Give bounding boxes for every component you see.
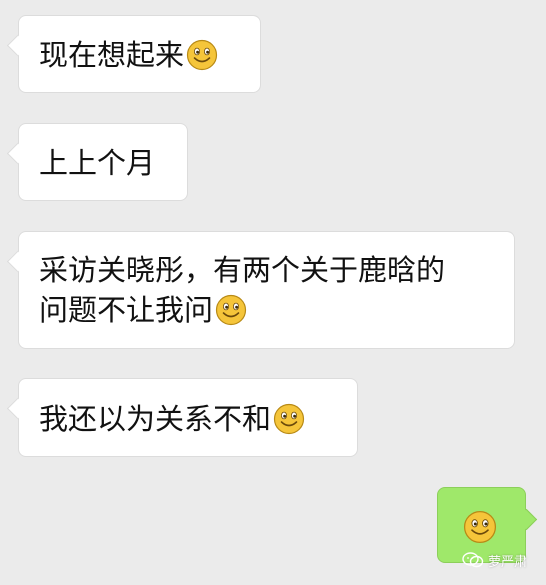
message-bubble-received[interactable]: 现在想起来 bbox=[18, 15, 261, 93]
smile-emoji-icon bbox=[215, 294, 247, 326]
wechat-icon bbox=[462, 552, 484, 568]
smile-emoji-icon bbox=[273, 403, 305, 435]
message-bubble-received[interactable]: 采访关晓彤，有两个关于鹿晗的 问题不让我问 bbox=[18, 231, 515, 349]
message-text: 我还以为关系不和 bbox=[39, 402, 272, 436]
message-text-line: 采访关晓彤，有两个关于鹿晗的 bbox=[39, 253, 446, 287]
chat-screen: 现在想起来 上上个月 采访关晓彤，有两个关于鹿晗的 问题不让我问 我还以为关系不… bbox=[0, 0, 546, 585]
message-bubble-received[interactable]: 我还以为关系不和 bbox=[18, 378, 358, 457]
message-text-line-with-emoji: 问题不让我问 bbox=[39, 290, 494, 330]
message-text: 问题不让我问 bbox=[39, 293, 214, 327]
message-text: 上上个月 bbox=[39, 146, 156, 180]
message-bubble-received[interactable]: 上上个月 bbox=[18, 123, 188, 201]
smile-emoji-icon bbox=[463, 510, 497, 544]
watermark-text: 萝严肃 bbox=[488, 554, 528, 570]
message-text: 现在想起来 bbox=[39, 38, 185, 72]
smile-emoji-icon bbox=[186, 39, 218, 71]
watermark: 萝严肃 bbox=[462, 551, 528, 570]
